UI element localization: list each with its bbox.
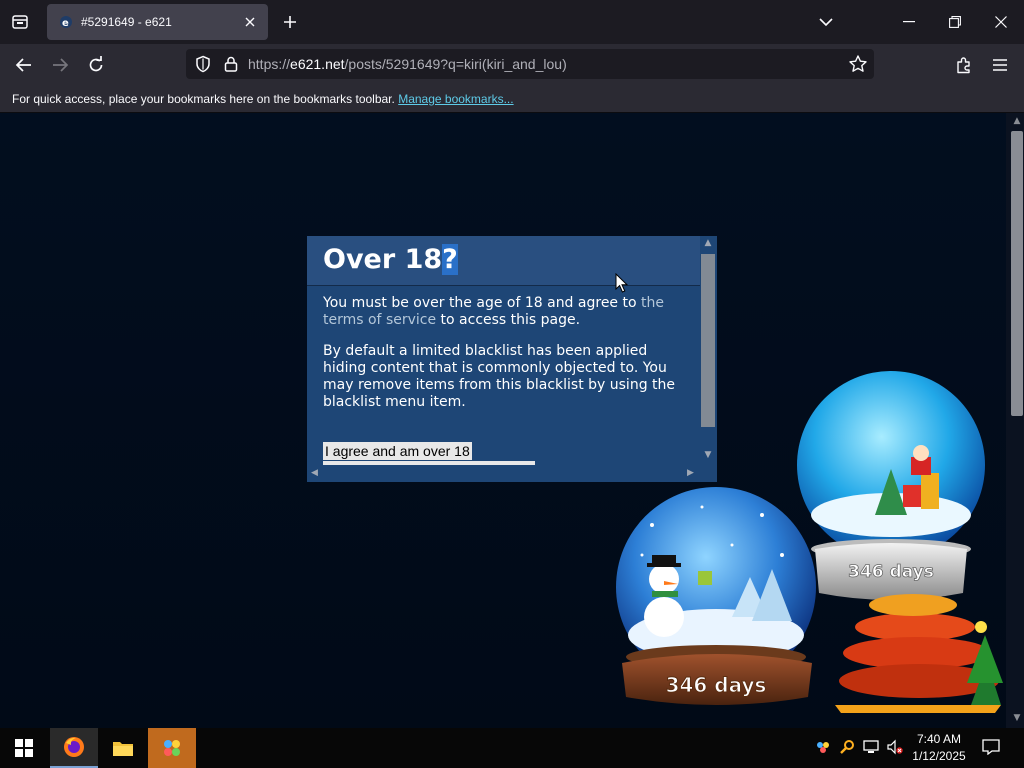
navigation-toolbar: https://e621.net/posts/5291649?q=kiri(ki… xyxy=(0,44,1024,84)
scroll-up-icon[interactable]: ▲ xyxy=(702,238,714,248)
lock-icon[interactable] xyxy=(222,55,240,73)
page-scroll-up-icon[interactable]: ▲ xyxy=(1011,116,1023,128)
forward-arrow-icon[interactable] xyxy=(47,52,73,78)
url-text[interactable]: https://e621.net/posts/5291649?q=kiri(ki… xyxy=(248,56,567,72)
page-vertical-scrollbar[interactable]: ▲ ▼ xyxy=(1006,113,1024,728)
close-window-icon[interactable] xyxy=(978,0,1024,44)
snowman-snow-globe-icon: 346 days xyxy=(616,487,816,705)
volume-muted-icon[interactable] xyxy=(886,738,904,756)
age-requirement-text: You must be over the age of 18 and agree… xyxy=(323,295,664,328)
search-tray-icon[interactable] xyxy=(838,738,856,756)
blacklist-notice-text: By default a limited blacklist has been … xyxy=(323,343,676,410)
tab-title: #5291649 - e621 xyxy=(81,15,172,29)
page-scroll-thumb[interactable] xyxy=(1011,131,1023,416)
network-icon[interactable] xyxy=(862,738,880,756)
scroll-left-icon[interactable]: ◀ xyxy=(311,468,318,478)
minimize-icon[interactable] xyxy=(886,0,932,44)
page-scroll-down-icon[interactable]: ▼ xyxy=(1011,713,1023,725)
extensions-puzzle-icon[interactable] xyxy=(951,52,977,78)
tab-bar: e #5291649 - e621 xyxy=(0,0,1024,44)
globe-counter-label: 346 days xyxy=(666,673,767,697)
star-bookmark-icon[interactable] xyxy=(848,54,868,74)
reload-icon[interactable] xyxy=(83,52,109,78)
tab-list-icon[interactable] xyxy=(8,10,32,34)
system-clock[interactable]: 7:40 AM 1/12/2025 xyxy=(908,731,970,765)
manage-bookmarks-link[interactable]: Manage bookmarks... xyxy=(398,92,513,106)
dialog-vertical-scrollbar[interactable]: ▲ ▼ xyxy=(700,236,717,466)
address-bar[interactable]: https://e621.net/posts/5291649?q=kiri(ki… xyxy=(186,49,874,79)
age-verification-dialog: Over 18? You must be over the age of 18 … xyxy=(307,236,717,482)
dialog-scroll-thumb[interactable] xyxy=(701,254,715,427)
e621-favicon-icon: e xyxy=(59,15,73,29)
agree-over-18-button[interactable]: I agree and am over 18 xyxy=(323,442,472,460)
bookmarks-toolbar: For quick access, place your bookmarks h… xyxy=(0,84,1024,113)
clock-time: 7:40 AM xyxy=(916,732,962,746)
bookmarks-hint: For quick access, place your bookmarks h… xyxy=(12,92,514,106)
new-tab-icon[interactable] xyxy=(278,10,302,34)
clock-date: 1/12/2025 xyxy=(912,749,966,763)
restore-icon[interactable] xyxy=(932,0,978,44)
cut-off-button[interactable] xyxy=(323,461,535,465)
mouse-cursor-icon xyxy=(615,273,629,293)
dialog-title: Over 18? xyxy=(323,244,458,275)
bookmarks-hint-text: For quick access, place your bookmarks h… xyxy=(12,92,395,106)
notification-center-icon[interactable] xyxy=(982,738,1000,756)
tray-app-icon[interactable] xyxy=(814,738,832,756)
scroll-right-icon[interactable]: ▶ xyxy=(687,468,694,478)
taskbar-file-explorer-icon[interactable] xyxy=(99,728,147,768)
scroll-down-icon[interactable]: ▼ xyxy=(702,450,714,460)
windows-start-icon[interactable] xyxy=(0,728,48,768)
close-tab-icon[interactable] xyxy=(238,10,262,34)
chevron-down-icon[interactable] xyxy=(814,10,838,34)
svg-text:e: e xyxy=(62,18,69,29)
taskbar-firefox-icon[interactable] xyxy=(50,728,98,768)
page-content: Over 18? You must be over the age of 18 … xyxy=(0,113,1024,728)
browser-tab[interactable]: e #5291649 - e621 xyxy=(47,4,268,40)
hamburger-menu-icon[interactable] xyxy=(987,52,1013,78)
shield-icon[interactable] xyxy=(194,55,212,73)
selected-text: ? xyxy=(442,244,458,275)
back-arrow-icon[interactable] xyxy=(11,52,37,78)
christmas-snow-globe-icon: 346 days xyxy=(797,371,1003,713)
dialog-horizontal-scrollbar[interactable]: ◀ ▶ xyxy=(307,466,700,482)
windows-taskbar: 7:40 AM 1/12/2025 xyxy=(0,728,1024,768)
taskbar-app-icon[interactable] xyxy=(148,728,196,768)
globe-counter-label-2: 346 days xyxy=(848,562,934,582)
